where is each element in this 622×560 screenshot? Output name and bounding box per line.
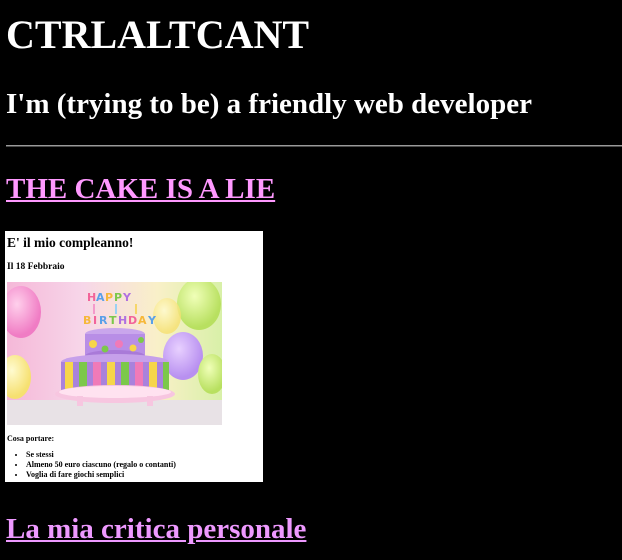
svg-text:A: A: [96, 291, 105, 304]
post-link-critica[interactable]: La mia critica personale: [6, 513, 306, 545]
invite-heading: E' il mio compleanno!: [7, 235, 134, 250]
svg-text:H: H: [87, 291, 96, 304]
svg-text:T: T: [109, 314, 117, 327]
invite-date: Il 18 Febbraio: [7, 262, 65, 272]
site-tagline: I'm (trying to be) a friendly web develo…: [6, 88, 532, 120]
post-title-2: La mia critica personale: [6, 512, 306, 546]
invite-bring-list: Se stessi Almeno 50 euro ciascuno (regal…: [15, 450, 176, 480]
svg-text:B: B: [83, 314, 91, 327]
svg-text:R: R: [99, 314, 108, 327]
svg-text:I: I: [93, 314, 97, 327]
svg-text:Y: Y: [147, 314, 157, 327]
birthday-cake-photo: H A P P Y B I R T H D A Y: [7, 282, 222, 425]
svg-text:A: A: [138, 314, 147, 327]
invite-bring-label: Cosa portare:: [7, 434, 55, 443]
site-title: CTRLALTCANT: [6, 12, 310, 57]
list-item: Voglia di fare giochi semplici: [26, 470, 176, 480]
svg-text:P: P: [105, 291, 113, 304]
post-title-1: THE CAKE IS A LIE: [6, 172, 275, 206]
post-link-cake[interactable]: THE CAKE IS A LIE: [6, 173, 275, 205]
svg-text:D: D: [128, 314, 137, 327]
svg-text:P: P: [114, 291, 122, 304]
list-item: Almeno 50 euro ciascuno (regalo o contan…: [26, 460, 176, 470]
svg-text:H: H: [118, 314, 127, 327]
post-preview-invitation[interactable]: E' il mio compleanno! Il 18 Febbraio H A…: [5, 231, 263, 482]
list-item: Se stessi: [26, 450, 176, 460]
svg-text:Y: Y: [122, 291, 132, 304]
header-divider: [6, 145, 622, 147]
